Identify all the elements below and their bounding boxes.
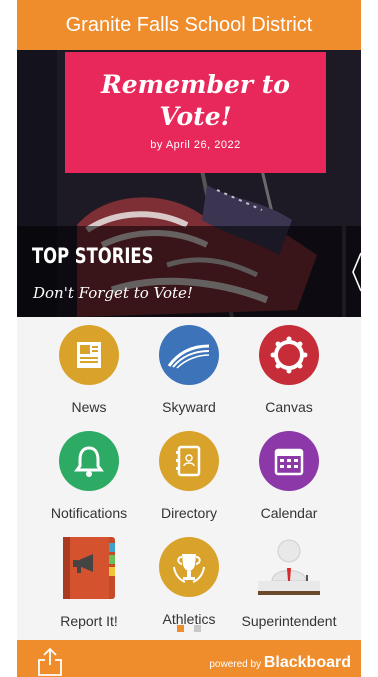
powered-by-label: powered by: [209, 659, 262, 670]
directory-icon: [159, 431, 219, 491]
app-header: Granite Falls School District: [17, 0, 361, 50]
vote-banner: Remember to Vote! by April 26, 2022: [65, 52, 326, 173]
top-stories-heading: TOP STORIES: [32, 244, 154, 268]
page-indicator[interactable]: [17, 625, 361, 632]
left-margin: [0, 0, 17, 677]
tile-label: Directory: [160, 505, 217, 521]
canvas-icon: [259, 325, 319, 385]
share-icon[interactable]: [37, 646, 63, 676]
app: Granite Falls School District Remember t…: [0, 0, 378, 677]
tile-skyward[interactable]: Skyward: [134, 325, 244, 415]
tile-report-it[interactable]: Report It!: [34, 537, 144, 629]
calendar-icon: [259, 431, 319, 491]
tile-directory[interactable]: Directory: [134, 431, 244, 521]
story-title[interactable]: Don't Forget to Vote!: [33, 284, 193, 302]
app-grid: News Skyward Canvas Notifications Direct…: [17, 317, 361, 640]
skyward-icon: [159, 325, 219, 385]
bell-icon: [59, 431, 119, 491]
tile-notifications[interactable]: Notifications: [34, 431, 144, 521]
tile-news[interactable]: News: [34, 325, 144, 415]
trophy-icon: [159, 537, 219, 597]
tile-calendar[interactable]: Calendar: [234, 431, 344, 521]
vote-banner-title: Remember to Vote!: [101, 70, 290, 131]
top-stories-carousel[interactable]: Remember to Vote! by April 26, 2022 TOP …: [17, 50, 361, 317]
tile-label: Canvas: [265, 399, 313, 415]
powered-by-blackboard: powered by Blackboard: [209, 654, 351, 672]
tile-label: Calendar: [260, 505, 318, 521]
tile-label: Notifications: [50, 505, 128, 521]
superintendent-icon: [254, 537, 324, 599]
page-dot[interactable]: [194, 625, 201, 632]
tile-canvas[interactable]: Canvas: [234, 325, 344, 415]
page-dot-active[interactable]: [177, 625, 184, 632]
story-caption: [17, 226, 342, 317]
right-margin: [361, 0, 378, 677]
tile-athletics[interactable]: Athletics: [134, 537, 244, 627]
app-footer: powered by Blackboard: [17, 640, 361, 677]
tile-label: News: [71, 399, 107, 415]
vote-banner-date: by April 26, 2022: [150, 139, 241, 151]
chevron-left-icon[interactable]: [350, 251, 361, 293]
newspaper-icon: [59, 325, 119, 385]
tile-superintendent[interactable]: Superintendent: [234, 537, 344, 629]
megaphone-book-icon: [63, 537, 115, 599]
tile-label: Skyward: [162, 399, 216, 415]
district-title: Granite Falls School District: [65, 13, 313, 36]
blackboard-logo: Blackboard: [263, 654, 351, 671]
